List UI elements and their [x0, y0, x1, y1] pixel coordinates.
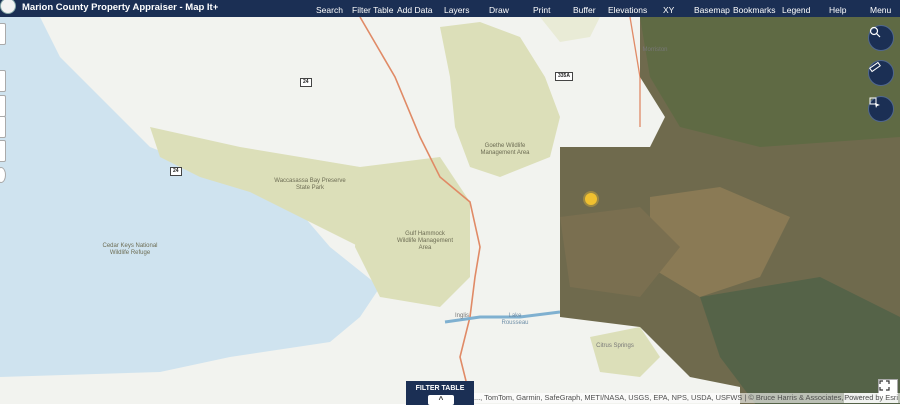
attribution-text: ..., TomTom, Garmin, SafeGraph, METI/NAS… [474, 393, 862, 402]
filter-table-tab[interactable]: FILTER TABLE ^ [406, 381, 474, 405]
map-view[interactable]: Waccasassa Bay Preserve State Park Goeth… [0, 17, 900, 410]
cedar-keys-label: Cedar Keys National Wildlife Refuge [102, 243, 158, 256]
citrus-springs-label: Citrus Springs [596, 343, 634, 349]
menu-print[interactable]: Print [533, 5, 550, 15]
ruler-icon [869, 61, 881, 73]
expand-icon [879, 380, 890, 391]
menu-bar: Search Filter Table Add Data Layers Draw… [0, 0, 900, 17]
inglis-label: Inglis [454, 313, 469, 319]
menu-draw[interactable]: Draw [489, 5, 509, 15]
filter-table-label: FILTER TABLE [415, 385, 465, 392]
route-24-shield: 24 [300, 78, 312, 87]
waccasassa-label: Waccasassa Bay Preserve State Park [274, 178, 346, 191]
route-335a-shield: 335A [555, 72, 573, 81]
menu-help[interactable]: Help [829, 5, 846, 15]
menu-add-data[interactable]: Add Data [397, 5, 432, 15]
menu-elevations[interactable]: Elevations [608, 5, 647, 15]
attribution-bar: ..., TomTom, Garmin, SafeGraph, METI/NAS… [474, 393, 900, 403]
basemap-canvas [0, 17, 900, 410]
measure-button[interactable] [868, 60, 894, 86]
identify-button[interactable] [868, 96, 894, 122]
zoom-in-button[interactable] [0, 23, 6, 45]
route-24-shield: 24 [170, 167, 182, 176]
menu-menu[interactable]: Menu [870, 5, 891, 15]
top-bar: Marion County Property Appraiser - Map I… [0, 0, 900, 17]
menu-search[interactable]: Search [316, 5, 343, 15]
morriston-label: Morriston [642, 47, 668, 53]
locate-button[interactable] [0, 116, 6, 138]
menu-buffer[interactable]: Buffer [573, 5, 596, 15]
home-button[interactable] [0, 95, 6, 117]
chevron-up-icon[interactable]: ^ [428, 395, 454, 405]
sun-icon [585, 193, 597, 205]
lake-rousseau-label: Lake Rousseau [501, 313, 529, 326]
menu-basemap[interactable]: Basemap [694, 5, 730, 15]
identify-icon [869, 97, 880, 108]
magnifier-icon [869, 26, 881, 38]
powered-by-esri[interactable]: Powered by Esri [844, 393, 898, 403]
gulf-hammock-label: Gulf Hammock Wildlife Management Area [396, 231, 454, 251]
menu-layers[interactable]: Layers [444, 5, 470, 15]
compass-button[interactable] [0, 140, 6, 162]
menu-xy[interactable]: XY [663, 5, 674, 15]
zoom-search-button[interactable] [868, 25, 894, 51]
menu-bookmarks[interactable]: Bookmarks [733, 5, 776, 15]
goethe-label: Goethe Wildlife Management Area [480, 143, 530, 156]
zoom-out-button[interactable] [0, 70, 6, 92]
menu-filter-table[interactable]: Filter Table [352, 5, 393, 15]
menu-legend[interactable]: Legend [782, 5, 810, 15]
